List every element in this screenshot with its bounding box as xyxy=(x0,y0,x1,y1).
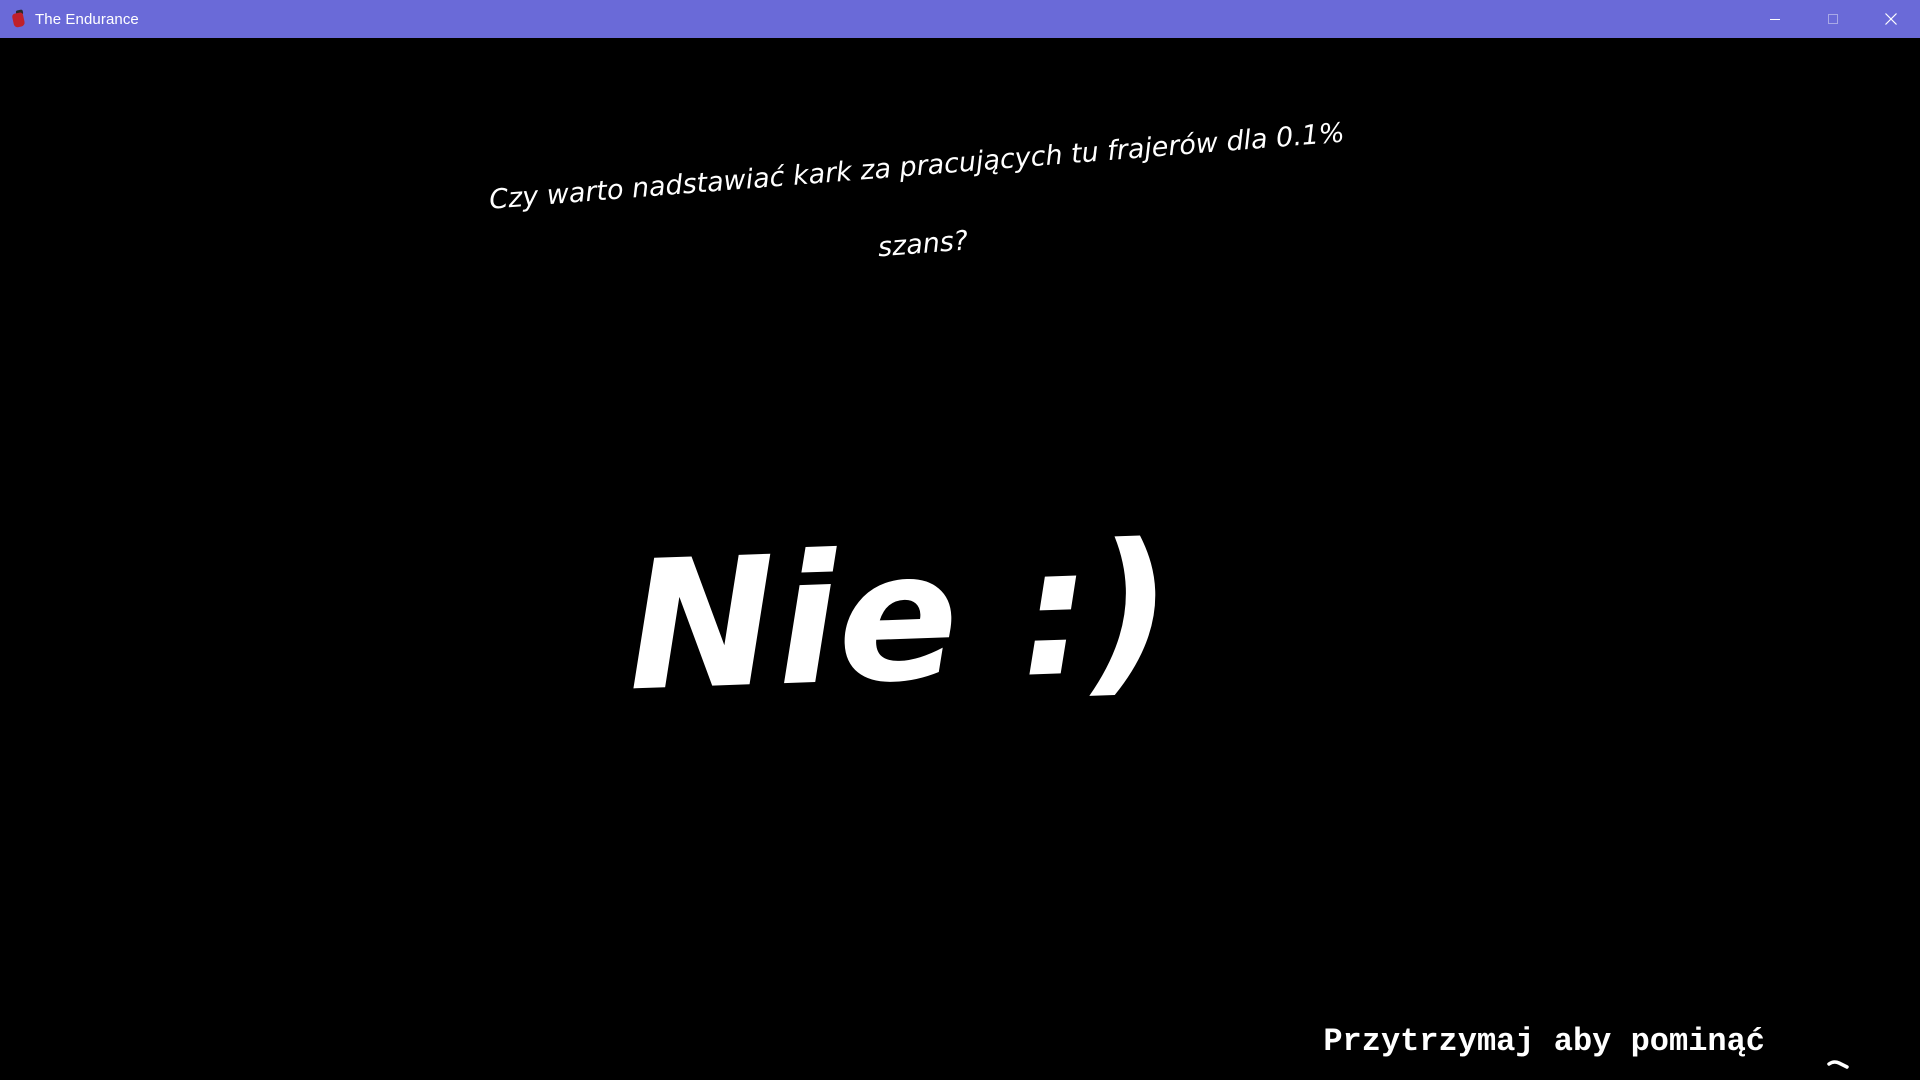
maximize-button[interactable] xyxy=(1804,0,1862,38)
hold-progress-ring-icon xyxy=(1827,1060,1849,1069)
window-title: The Endurance xyxy=(35,10,139,28)
game-window: The Endurance Czy warto nadstawiać kark xyxy=(0,0,1920,1080)
window-controls xyxy=(1746,0,1920,38)
close-icon xyxy=(1885,13,1897,25)
minimize-icon xyxy=(1770,19,1780,20)
dialogue-question: Czy warto nadstawiać kark za pracujących… xyxy=(488,117,1346,264)
dialogue-answer: Nie :) xyxy=(623,504,1177,731)
maximize-icon xyxy=(1828,14,1838,24)
title-bar[interactable]: The Endurance xyxy=(0,0,1920,38)
close-button[interactable] xyxy=(1862,0,1920,38)
skip-hint-label[interactable]: Przytrzymaj aby pominąć xyxy=(1323,1023,1765,1060)
minimize-button[interactable] xyxy=(1746,0,1804,38)
fire-extinguisher-icon xyxy=(11,9,27,28)
game-scene[interactable]: Czy warto nadstawiać kark za pracujących… xyxy=(0,38,1920,1080)
